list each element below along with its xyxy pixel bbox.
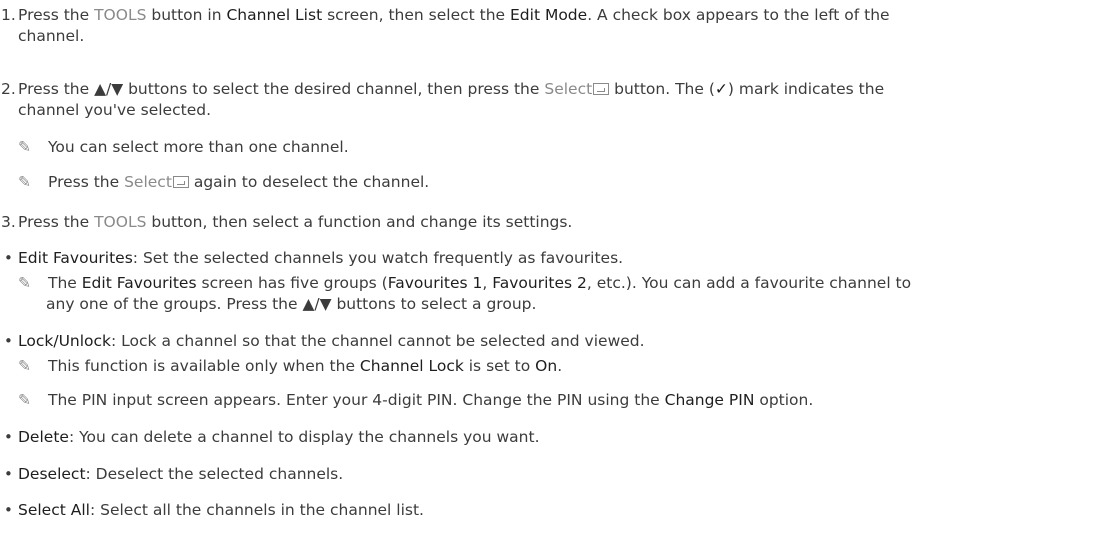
step-number: 3. xyxy=(1,213,16,231)
function-name: Deselect xyxy=(18,465,86,483)
step-3: 3. Press the TOOLS button, then select a… xyxy=(0,212,1085,234)
tools-key: TOOLS xyxy=(94,6,147,24)
step-2: 2. Press the ▲/▼ buttons to select the d… xyxy=(0,79,1085,123)
bullet: • xyxy=(4,332,13,350)
pencil-note-icon: ✎ xyxy=(18,357,31,375)
select-key: Select xyxy=(544,80,593,98)
note: ✎ Press the Select again to deselect the… xyxy=(18,173,430,191)
channel-list-term: Channel List xyxy=(226,6,323,24)
function-select-all: • Select All: Select all the channels in… xyxy=(4,501,424,519)
enter-icon xyxy=(172,176,189,188)
bullet: • xyxy=(4,249,13,267)
function-edit-favourites: • Edit Favourites: Set the selected chan… xyxy=(4,249,624,267)
pencil-note-icon: ✎ xyxy=(18,173,31,191)
bullet: • xyxy=(4,428,13,446)
step-text: Press the TOOLS button, then select a fu… xyxy=(18,213,573,231)
edit-mode-term: Edit Mode xyxy=(510,6,588,24)
function-name: Edit Favourites xyxy=(18,249,133,267)
pencil-note-icon: ✎ xyxy=(18,138,31,156)
enter-icon xyxy=(593,83,610,95)
manual-page: 1. Press the TOOLS button in Channel Lis… xyxy=(0,0,1093,534)
function-name: Delete xyxy=(18,428,69,446)
function-lock-unlock: • Lock/Unlock: Lock a channel so that th… xyxy=(4,332,645,350)
tools-key: TOOLS xyxy=(94,213,147,231)
step-1: 1. Press the TOOLS button in Channel Lis… xyxy=(0,5,1085,49)
note: ✎ The Edit Favourites screen has five gr… xyxy=(18,274,912,313)
note: ✎ You can select more than one channel. xyxy=(18,138,349,156)
function-name: Lock/Unlock xyxy=(18,332,112,350)
step-text: Press the TOOLS button in Channel List s… xyxy=(18,6,890,45)
select-key: Select xyxy=(124,173,172,191)
step-text: Press the ▲/▼ buttons to select the desi… xyxy=(18,80,885,119)
checkmark-icon: ✓ xyxy=(714,80,728,98)
pencil-note-icon: ✎ xyxy=(18,391,31,409)
function-deselect: • Deselect: Deselect the selected channe… xyxy=(4,465,344,483)
note: ✎ This function is available only when t… xyxy=(18,357,563,375)
note: ✎ The PIN input screen appears. Enter yo… xyxy=(18,391,814,409)
step-number: 2. xyxy=(1,80,16,98)
pencil-note-icon: ✎ xyxy=(18,274,31,292)
bullet: • xyxy=(4,465,13,483)
function-name: Select All xyxy=(18,501,90,519)
step-number: 1. xyxy=(1,6,16,24)
function-delete: • Delete: You can delete a channel to di… xyxy=(4,428,540,446)
bullet: • xyxy=(4,501,13,519)
